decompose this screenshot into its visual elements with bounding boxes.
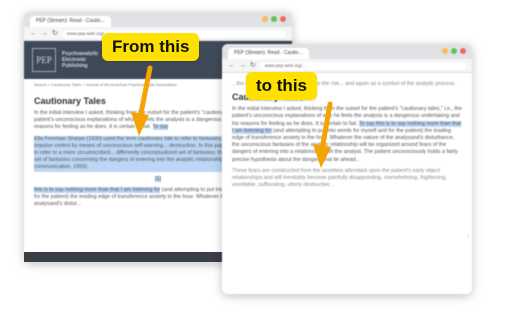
annotation-arrows — [131, 65, 333, 168]
from-arrow-icon — [131, 65, 153, 136]
to-arrow-icon — [313, 101, 333, 168]
